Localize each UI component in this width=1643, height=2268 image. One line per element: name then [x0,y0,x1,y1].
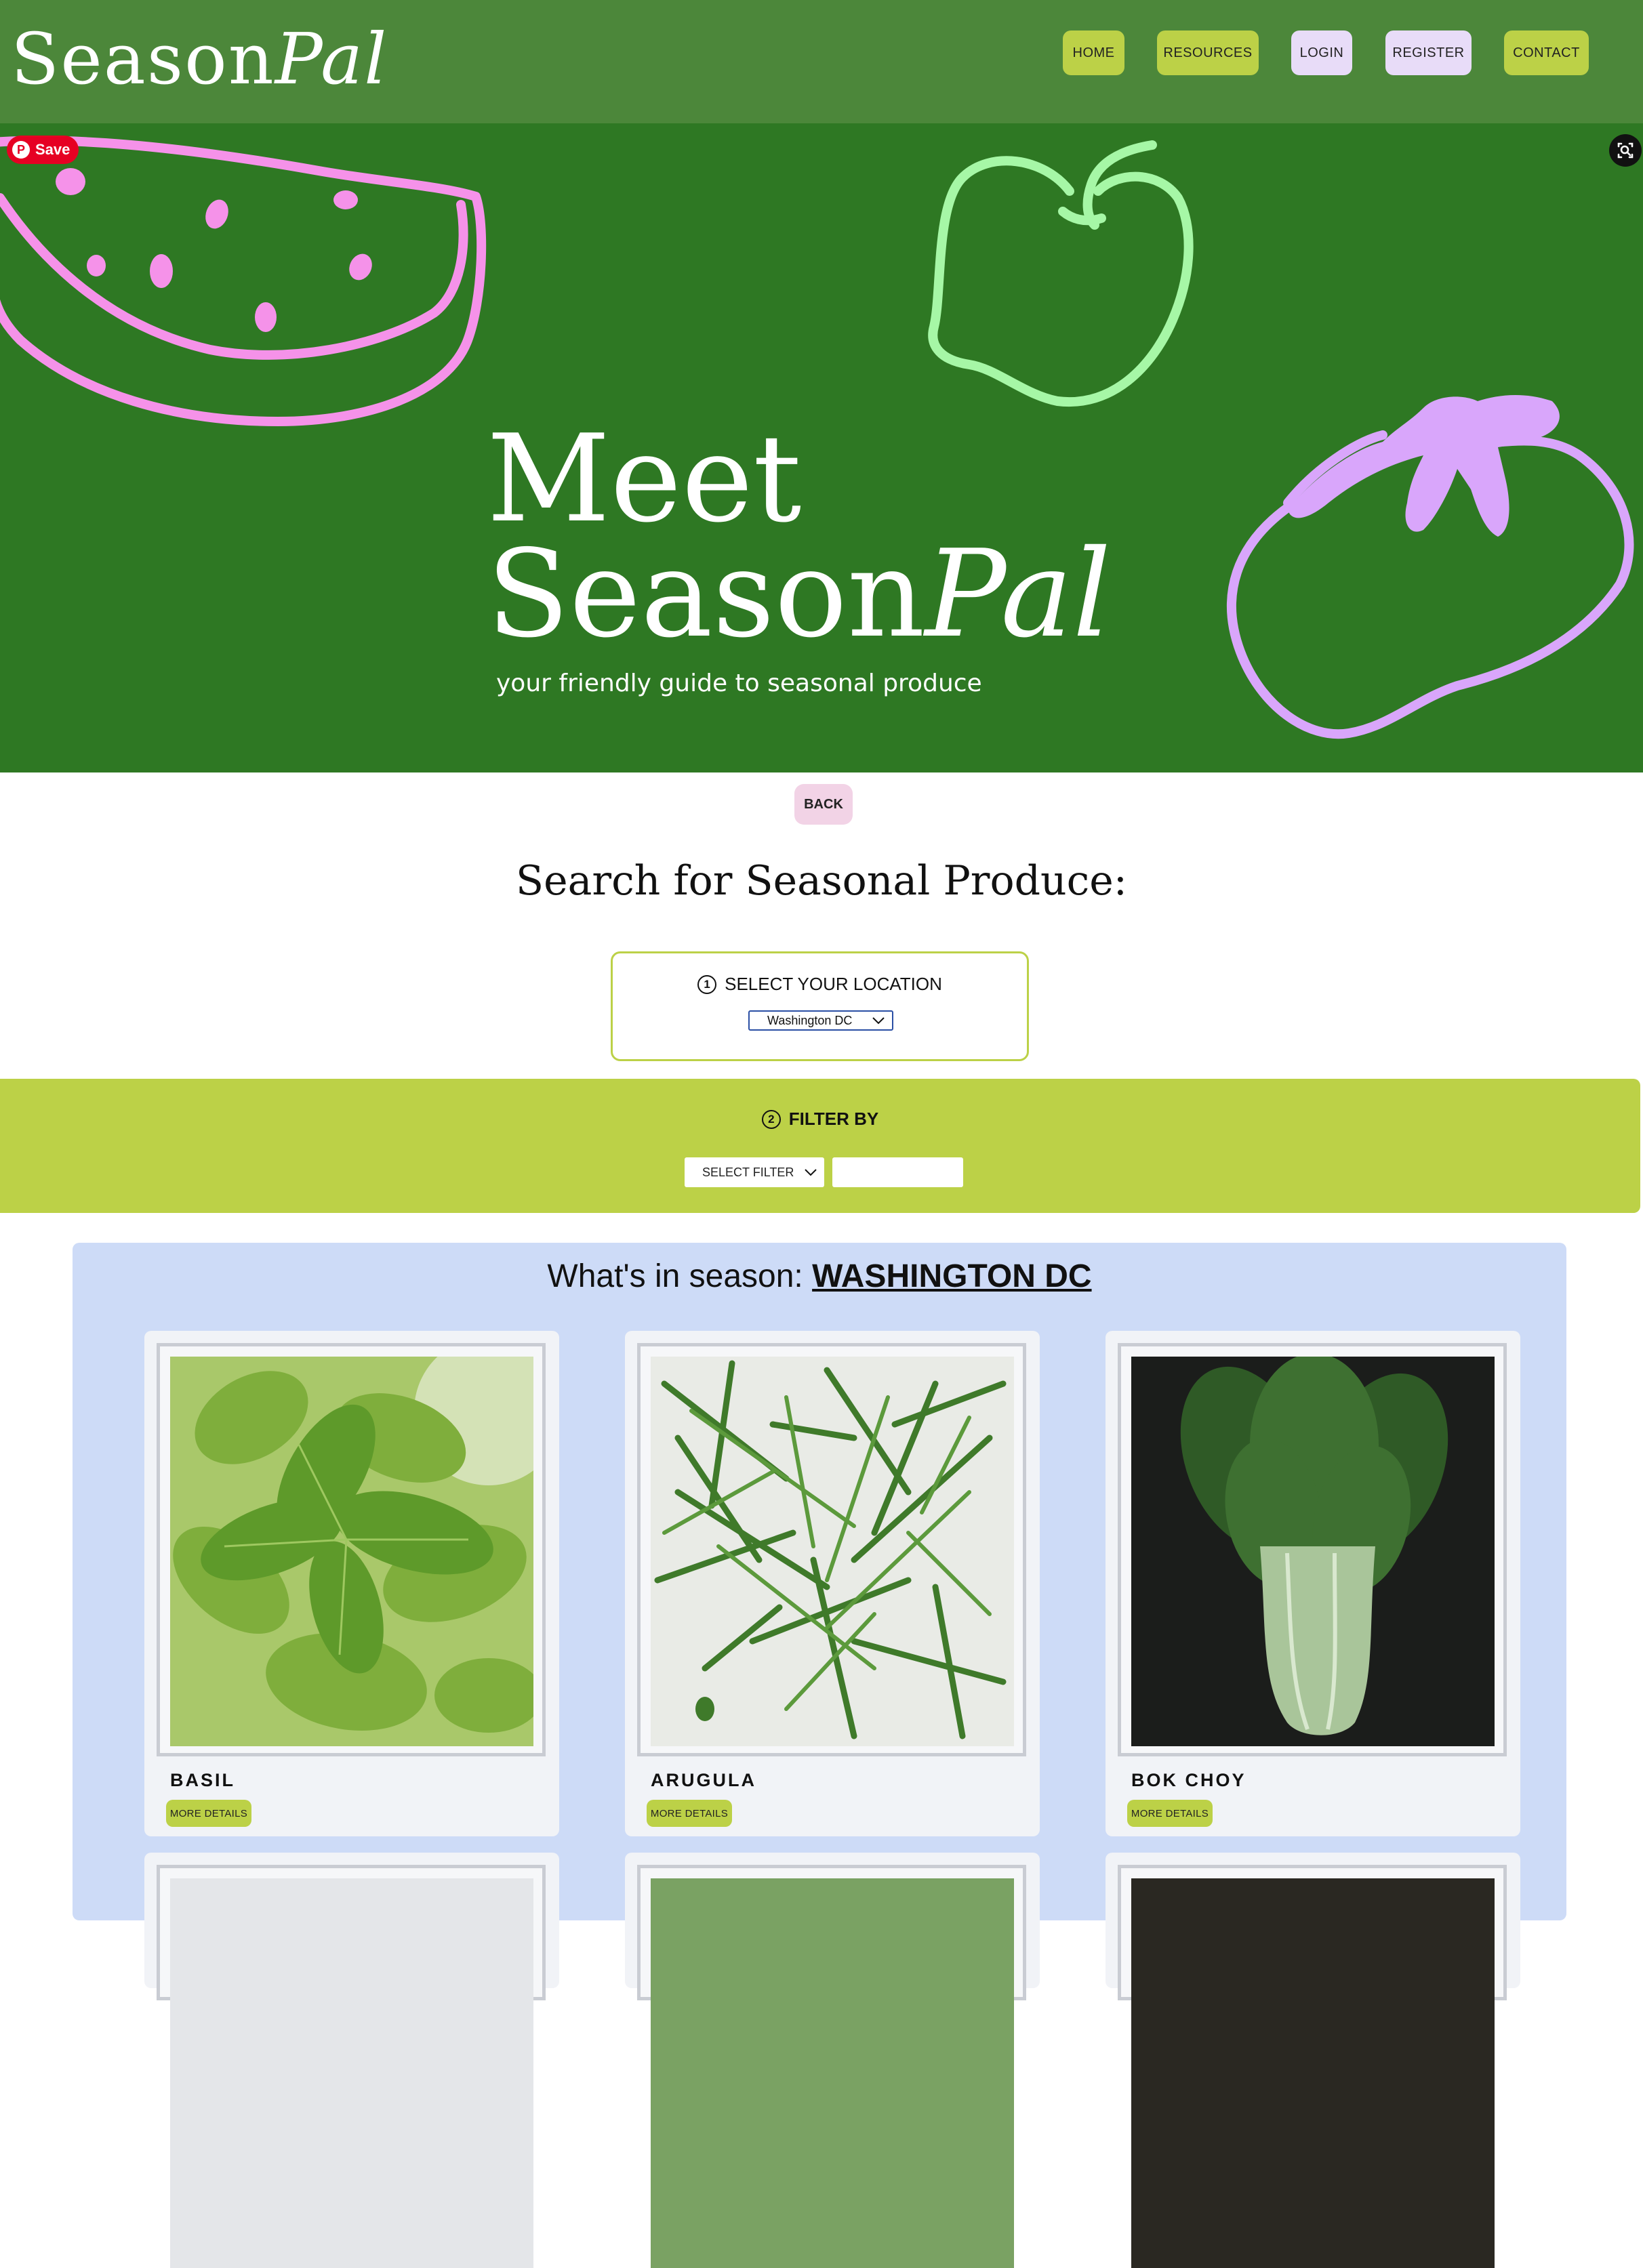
basil-photo[interactable] [170,1357,533,1746]
results-heading-prefix: What's in season: [547,1258,813,1294]
produce-card: BASIL MORE DETAILS [144,1331,559,1836]
results-city-link[interactable]: WASHINGTON DC [812,1258,1091,1294]
chevron-down-icon [805,1169,817,1176]
produce-card: BOK CHOY MORE DETAILS [1106,1331,1520,1836]
produce-photo[interactable] [651,1878,1014,2268]
photo-frame [157,1343,546,1756]
hero-title-line2: SeasonPal [487,534,1111,655]
hero-subtitle: your friendly guide to seasonal produce [496,669,982,697]
photo-frame [157,1865,546,2268]
filter-text-input[interactable] [832,1157,963,1187]
pinterest-icon: P [12,141,30,159]
produce-card-partial [144,1853,559,2268]
produce-card: ARUGULA MORE DETAILS [625,1331,1040,1836]
back-button[interactable]: BACK [794,784,853,825]
nav-contact-button[interactable]: CONTACT [1504,30,1589,75]
step-two-icon: 2 [761,1109,781,1129]
filter-select[interactable]: SELECT FILTER [685,1157,824,1187]
arugula-photo[interactable] [651,1357,1014,1746]
produce-photo[interactable] [170,1878,533,2268]
hero-banner: P Save Meet SeasonPal your friendly guid… [0,123,1643,772]
hero-title-line1: Meet [487,409,802,549]
photo-frame [1118,1343,1507,1756]
apple-doodle [928,140,1194,407]
more-details-button[interactable]: MORE DETAILS [1127,1800,1213,1827]
hero-title-pal: Pal [925,524,1112,664]
more-details-button[interactable]: MORE DETAILS [166,1800,251,1827]
nav-register-button[interactable]: REGISTER [1385,30,1472,75]
location-step-label: 1 SELECT YOUR LOCATION [613,974,1027,995]
hero-title: Meet SeasonPal [487,409,1111,655]
pinterest-save-button[interactable]: P Save [7,136,79,164]
chevron-down-icon [872,1017,885,1025]
hero-title-season: Season [487,524,925,664]
results-heading: What's in season: WASHINGTON DC [73,1258,1566,1295]
step-one-icon: 1 [697,974,717,994]
filter-step-label: 2 FILTER BY [0,1109,1640,1130]
results-panel: What's in season: WASHINGTON DC BASIL MO… [73,1243,1566,2268]
produce-name: BOK CHOY [1131,1770,1246,1790]
site-header: SeasonPal HOME RESOURCES LOGIN REGISTER … [0,0,1643,123]
visual-search-icon[interactable] [1609,134,1642,167]
produce-card-partial [625,1853,1040,2268]
search-title: Search for Seasonal Produce: [516,857,1127,905]
filter-label-text: FILTER BY [788,1109,879,1129]
location-select-value: Washington DC [767,1013,853,1027]
photo-frame [637,1343,1026,1756]
location-select[interactable]: Washington DC [748,1010,893,1031]
save-label: Save [35,141,70,158]
main-nav: HOME RESOURCES LOGIN REGISTER CONTACT [0,30,1643,75]
bok-choy-photo[interactable] [1131,1357,1495,1746]
produce-photo[interactable] [1131,1878,1495,2268]
produce-name: ARUGULA [651,1770,756,1790]
nav-home-button[interactable]: HOME [1063,30,1124,75]
nav-login-button[interactable]: LOGIN [1291,30,1352,75]
location-label-text: SELECT YOUR LOCATION [725,974,942,994]
more-details-button[interactable]: MORE DETAILS [647,1800,732,1827]
filter-select-value: SELECT FILTER [702,1165,794,1179]
produce-name: BASIL [170,1770,235,1790]
produce-card-partial [1106,1853,1520,2268]
location-step-box: 1 SELECT YOUR LOCATION Washington DC [611,951,1029,1061]
photo-frame [1118,1865,1507,2268]
nav-resources-button[interactable]: RESOURCES [1157,30,1259,75]
photo-frame [637,1865,1026,2268]
filter-band: 2 FILTER BY SELECT FILTER [0,1079,1640,1213]
